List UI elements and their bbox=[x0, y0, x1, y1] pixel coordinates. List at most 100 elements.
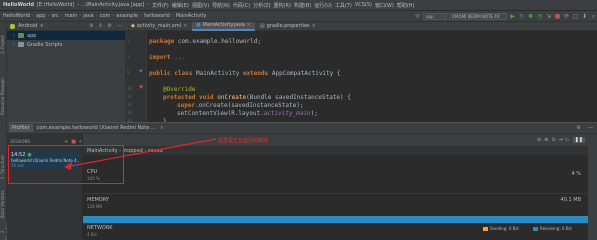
breadcrumb-src[interactable]: src bbox=[51, 13, 58, 19]
menu-help[interactable]: 帮助(H) bbox=[397, 2, 415, 9]
profiler-timeline[interactable]: MainActivity - stopped - saved CPU 100 %… bbox=[83, 147, 597, 240]
sync-icon[interactable]: ⟳ bbox=[563, 13, 570, 20]
add-session-icon[interactable]: + bbox=[64, 139, 68, 145]
divider bbox=[83, 223, 597, 224]
annotation-box bbox=[8, 145, 124, 184]
tool-tab-build-variants[interactable]: Build Variants bbox=[0, 187, 7, 221]
class-marker-icon[interactable]: ◈ bbox=[139, 68, 143, 74]
run-config-dropdown[interactable]: app bbox=[423, 12, 447, 20]
tab-activity-main-xml[interactable]: ◆ activity_main.xml × bbox=[127, 22, 191, 31]
breadcrumb-main[interactable]: main bbox=[65, 13, 78, 19]
line-number: 13 bbox=[127, 110, 132, 115]
stop-session-icon[interactable]: ■ bbox=[71, 139, 76, 145]
menu-tools[interactable]: 工具(T) bbox=[335, 2, 352, 9]
collapse-icon[interactable]: ⇕ bbox=[98, 23, 102, 29]
base-class: AppCompatActivity { bbox=[268, 70, 341, 77]
line-number: 1 bbox=[127, 38, 130, 43]
keyword: class bbox=[174, 70, 193, 77]
breadcrumb-helloworld[interactable]: helloworld bbox=[144, 13, 170, 19]
minimize-icon[interactable]: — bbox=[588, 125, 593, 131]
breadcrumb-mainactivity[interactable]: MainActivity bbox=[176, 13, 207, 19]
hammer-icon[interactable]: ⚒ bbox=[414, 13, 421, 20]
tab-gradle-properties[interactable]: ▤ gradle.properties × bbox=[256, 22, 320, 31]
tab-label: gradle.properties bbox=[266, 23, 310, 29]
line-number: 10 bbox=[127, 86, 132, 91]
device-label: XIAOMI REDMI NOTE 4X bbox=[452, 13, 500, 19]
menu-file[interactable]: 文件(F) bbox=[152, 2, 169, 9]
profiler-process-label[interactable]: com.example.helloworld (Xiaomi Redmi Not… bbox=[37, 125, 156, 131]
tree-item-label: Gradle Scripts bbox=[27, 41, 63, 48]
reset-zoom-icon[interactable]: ⊙ bbox=[551, 137, 555, 143]
tab-mainactivity-java[interactable]: ● MainActivity.java × bbox=[192, 21, 255, 31]
gear-icon[interactable]: ⚙ bbox=[108, 23, 112, 29]
search-icon[interactable]: ⌕ bbox=[590, 13, 597, 20]
menu-window[interactable]: 窗口(W) bbox=[375, 2, 394, 9]
memory-area-graph bbox=[83, 199, 597, 223]
field-ref: activity_main bbox=[263, 110, 311, 117]
breadcrumb-example[interactable]: example bbox=[116, 13, 138, 19]
code-editor: ◆ activity_main.xml × ● MainActivity.jav… bbox=[125, 21, 597, 125]
tool-tab-project[interactable]: 1: Project bbox=[0, 26, 7, 64]
menu-analyze[interactable]: 分析(Z) bbox=[253, 2, 270, 9]
line-number: 11 bbox=[127, 94, 132, 99]
close-icon[interactable]: × bbox=[247, 22, 251, 28]
apply-changes-icon[interactable]: ↻ bbox=[518, 13, 525, 20]
debug-icon[interactable]: ✱ bbox=[527, 13, 534, 20]
close-icon[interactable]: × bbox=[312, 23, 316, 29]
profile-icon[interactable]: ◔ bbox=[536, 13, 543, 20]
tab-label: activity_main.xml bbox=[136, 23, 182, 29]
breadcrumb-java[interactable]: java bbox=[83, 13, 93, 19]
project-view-selector[interactable]: Android bbox=[18, 23, 37, 29]
tool-tab-structure[interactable]: 2: Structure bbox=[0, 152, 7, 182]
menu-vcs[interactable]: VCS(S) bbox=[355, 2, 372, 8]
tree-item-app[interactable]: › app bbox=[7, 31, 125, 40]
close-icon[interactable]: × bbox=[183, 23, 187, 29]
code-text: (Bundle savedInstanceState) { bbox=[246, 94, 351, 101]
collapse-sessions-icon[interactable]: « bbox=[79, 139, 82, 145]
gear-icon[interactable]: ⚙ bbox=[577, 125, 581, 131]
menu-build[interactable]: 构建(B) bbox=[294, 2, 311, 9]
zoom-in-icon[interactable]: ⊕ bbox=[544, 137, 548, 143]
code-area[interactable]: package com.example.helloworld; import .… bbox=[149, 31, 597, 125]
tool-tab-favorites[interactable]: 2: Favorites bbox=[0, 222, 10, 240]
profiler-tab[interactable]: Profiler bbox=[9, 124, 33, 132]
receiving-swatch-icon bbox=[533, 226, 538, 231]
attach-icon[interactable]: ⇲ bbox=[545, 13, 552, 20]
run-config-label: app bbox=[426, 13, 434, 19]
breadcrumb-com[interactable]: com bbox=[100, 13, 111, 19]
close-icon[interactable]: × bbox=[160, 125, 164, 131]
avd-manager-icon[interactable]: ▢ bbox=[572, 13, 579, 20]
method-call: setContentView bbox=[177, 110, 228, 117]
run-icon[interactable]: ▶ bbox=[509, 13, 516, 20]
override-marker-icon[interactable]: ◉ bbox=[139, 84, 143, 90]
menu-run[interactable]: 运行(U) bbox=[314, 2, 332, 9]
tree-item-gradle-scripts[interactable]: › Gradle Scripts bbox=[7, 40, 125, 49]
minimize-icon[interactable]: — bbox=[117, 23, 122, 29]
chevron-right-icon[interactable]: › bbox=[13, 33, 15, 39]
zoom-out-icon[interactable]: ⊖ bbox=[537, 137, 541, 143]
menu-navigate[interactable]: 导航(N) bbox=[212, 2, 230, 9]
keyword: package bbox=[149, 38, 175, 45]
tree-item-label: app bbox=[27, 32, 37, 39]
keyword: void bbox=[199, 94, 214, 101]
class-name: MainActivity bbox=[192, 70, 243, 77]
menu-code[interactable]: 代码(C) bbox=[233, 2, 250, 9]
breadcrumb-project[interactable]: HelloWorld bbox=[3, 13, 30, 19]
sdk-manager-icon[interactable]: ⬇ bbox=[581, 13, 588, 20]
chevron-down-icon[interactable]: ▾ bbox=[40, 23, 43, 29]
tool-tab-resource-manager[interactable]: Resource Manager bbox=[0, 72, 7, 120]
profiler-header: Profiler com.example.helloworld (Xiaomi … bbox=[7, 122, 597, 134]
menu-refactor[interactable]: 重构(R) bbox=[274, 2, 291, 9]
globe-icon[interactable]: ⊕ bbox=[89, 23, 93, 29]
attach-live-icon[interactable]: ⇥ bbox=[559, 137, 563, 143]
editor-tabs: ◆ activity_main.xml × ● MainActivity.jav… bbox=[125, 21, 597, 31]
sessions-header: SESSIONS + ■ « bbox=[10, 138, 82, 145]
breadcrumb-app[interactable]: app bbox=[36, 13, 45, 19]
pause-icon[interactable]: ❚❚ bbox=[572, 137, 585, 143]
device-dropdown[interactable]: XIAOMI REDMI NOTE 4X bbox=[449, 12, 507, 20]
go-live-icon[interactable]: ▷ bbox=[566, 137, 570, 143]
chevron-right-icon[interactable]: › bbox=[13, 42, 15, 48]
stop-icon[interactable]: ■ bbox=[554, 13, 561, 20]
menu-edit[interactable]: 编辑(E) bbox=[172, 2, 189, 9]
menu-view[interactable]: 视图(V) bbox=[192, 2, 209, 9]
